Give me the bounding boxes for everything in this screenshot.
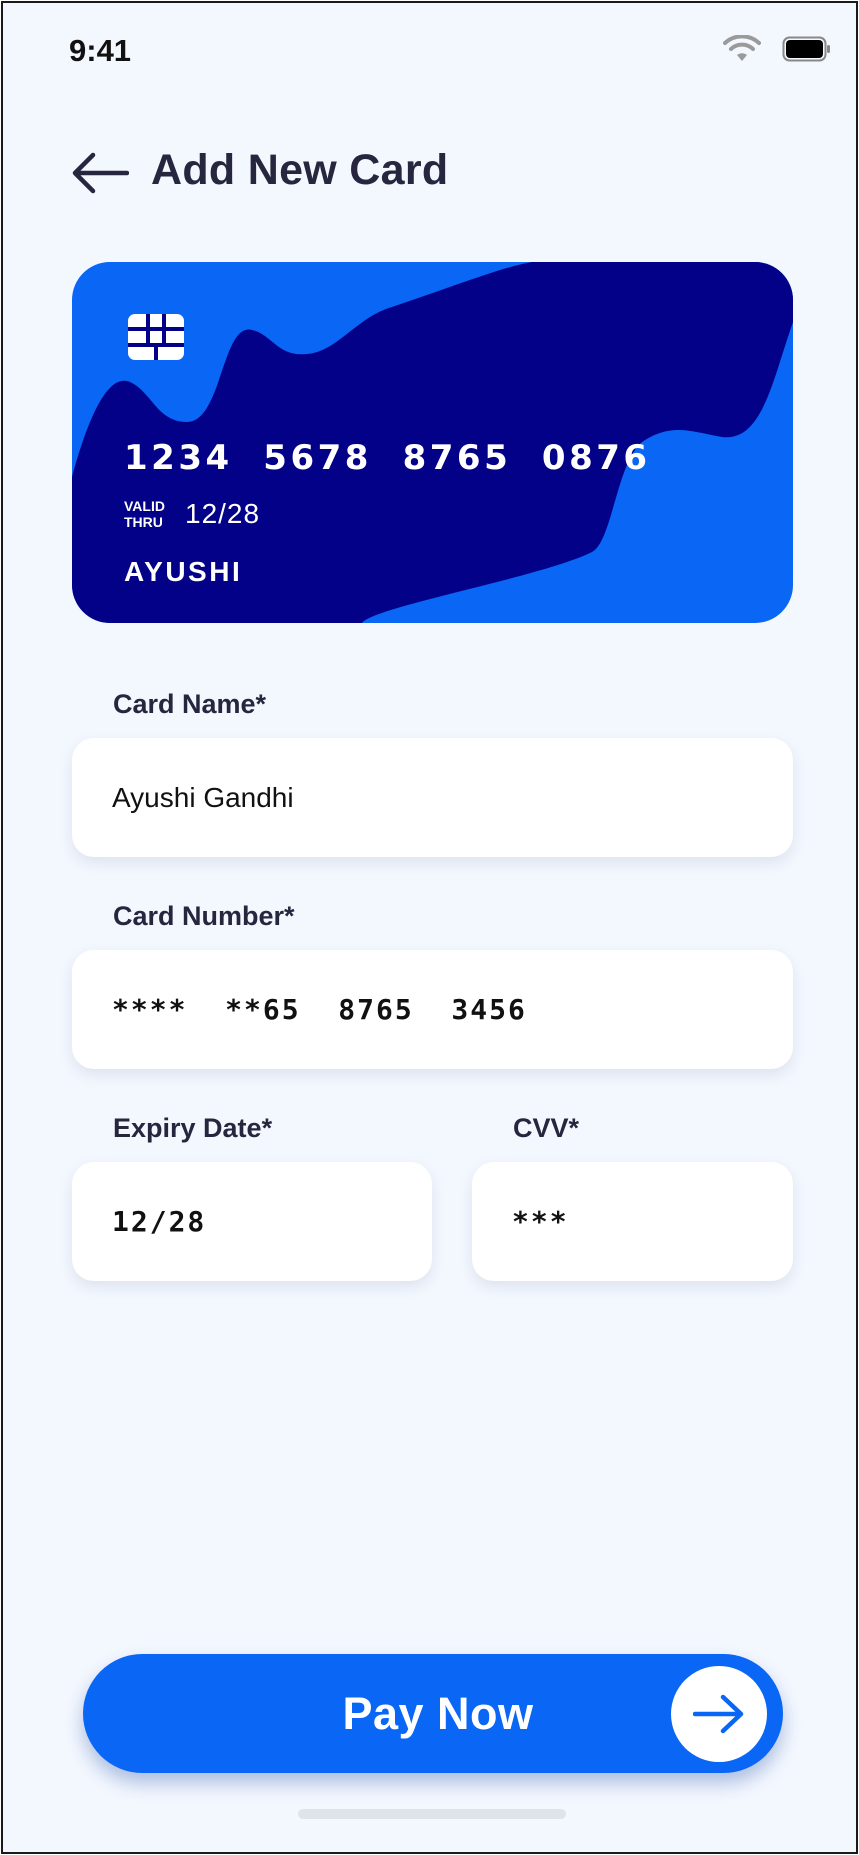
card-holder-name: AYUSHI: [124, 556, 243, 587]
valid-thru-label: VALID THRU: [124, 498, 165, 530]
cvv-input[interactable]: [472, 1162, 793, 1281]
battery-icon: [782, 36, 830, 62]
wifi-icon: [723, 35, 761, 61]
pay-arrow-circle: [671, 1666, 767, 1762]
card-name-label: Card Name*: [113, 689, 267, 719]
card-number-display: 1234 5678 8765 0876: [124, 438, 651, 478]
card-number-input[interactable]: [72, 950, 793, 1069]
page-title: Add New Card: [151, 146, 449, 194]
pay-now-label: Pay Now: [342, 1688, 534, 1739]
status-time: 9:41: [69, 33, 132, 68]
card-expiry-display: 12/28: [185, 498, 261, 529]
pay-now-button[interactable]: Pay Now: [83, 1654, 783, 1773]
card-name-input[interactable]: [72, 738, 793, 857]
expiry-date-label: Expiry Date*: [113, 1113, 273, 1143]
card-number-label: Card Number*: [113, 901, 295, 931]
card-preview: 1234 5678 8765 0876 VALID THRU 12/28 AYU…: [72, 262, 793, 623]
arrow-left-icon[interactable]: [71, 151, 129, 195]
home-indicator: [298, 1809, 566, 1819]
arrow-right-icon: [693, 1694, 744, 1734]
chip-icon: [128, 314, 184, 360]
expiry-date-input[interactable]: [72, 1162, 432, 1281]
cvv-label: CVV*: [513, 1113, 580, 1143]
add-card-screen: 9:41 Add New Card 1234 5678 8765 0876 VA: [1, 1, 858, 1854]
